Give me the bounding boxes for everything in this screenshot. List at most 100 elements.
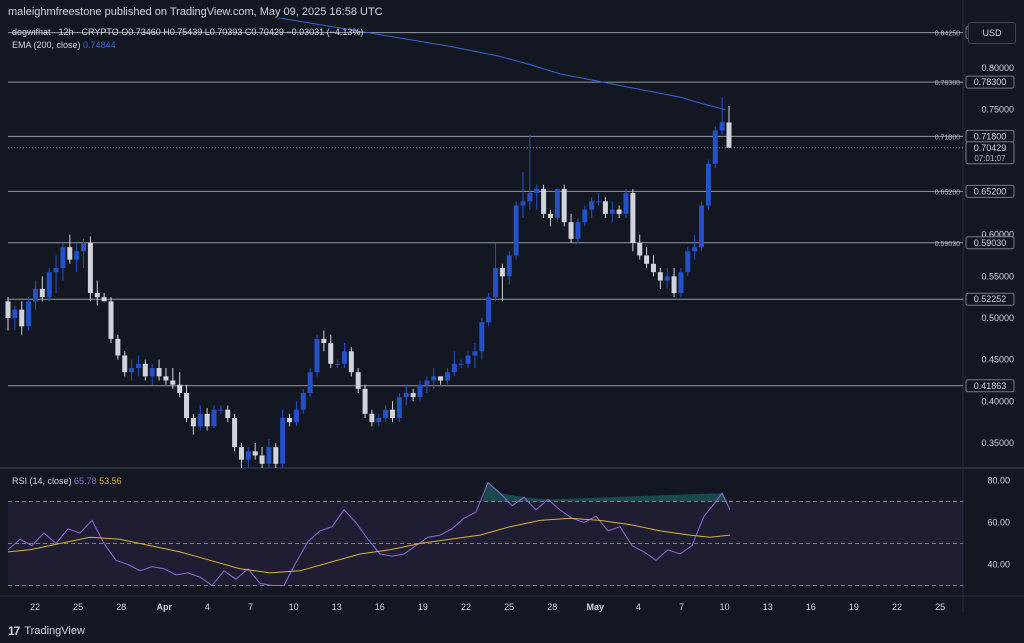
- rsi-label: RSI (14, close): [12, 476, 72, 486]
- time-tick-label: 25: [935, 602, 945, 612]
- candle-body: [129, 368, 135, 373]
- currency-button[interactable]: USD: [968, 22, 1016, 44]
- time-tick-label: 16: [375, 602, 385, 612]
- candle-body: [685, 251, 691, 273]
- chart-canvas[interactable]: 0.850000.800000.750000.700000.650000.600…: [0, 0, 1024, 643]
- candle-body: [726, 122, 732, 148]
- candle-body: [328, 343, 334, 364]
- candle-body: [623, 193, 629, 214]
- candle-body: [712, 130, 718, 164]
- symbol-legend: dogwifhat · 12h · CRYPTO O0.73460 H0.754…: [12, 26, 363, 52]
- candle-body: [60, 247, 66, 268]
- candle-body: [197, 413, 203, 427]
- candle-body: [12, 309, 18, 318]
- candle-body: [671, 276, 677, 293]
- price-tick-label: 0.80000: [981, 63, 1014, 73]
- candle-body: [547, 213, 553, 218]
- candle-body: [225, 409, 231, 418]
- rsi-ma-value: 53.56: [99, 476, 122, 486]
- rsi-value: 65.78: [74, 476, 97, 486]
- candle-body: [245, 451, 251, 460]
- candle-body: [5, 301, 11, 318]
- rsi-legend: RSI (14, close) 65.78 53.56: [12, 476, 122, 486]
- price-tick-label: 0.40000: [981, 396, 1014, 406]
- level-axis-label: 0.59030: [974, 238, 1007, 248]
- time-tick-label: 25: [73, 602, 83, 612]
- candle-body: [417, 384, 423, 398]
- candle-body: [438, 376, 444, 381]
- candle-body: [410, 393, 416, 398]
- candle-body: [534, 188, 540, 193]
- candle-body: [218, 409, 224, 411]
- time-tick-label: 19: [418, 602, 428, 612]
- candle-body: [431, 376, 437, 381]
- candle-body: [630, 193, 636, 243]
- level-line-label: 0.84250: [935, 31, 960, 38]
- candle-body: [321, 338, 327, 343]
- level-line-label: 0.78300: [935, 80, 960, 87]
- candle-body: [506, 255, 512, 277]
- ema-label: EMA (200, close): [12, 40, 81, 50]
- candle-body: [266, 447, 272, 464]
- candle-body: [479, 322, 485, 352]
- candle-body: [493, 268, 499, 298]
- candle-body: [355, 372, 361, 389]
- candle-body: [287, 418, 293, 423]
- candle-body: [300, 393, 306, 410]
- candle-body: [273, 447, 279, 464]
- price-tick-label: 0.50000: [981, 313, 1014, 323]
- time-tick-label: May: [587, 602, 605, 612]
- candle-body: [403, 393, 409, 398]
- footer-brand[interactable]: 17 TradingView: [8, 624, 85, 638]
- candle-body: [252, 451, 258, 456]
- level-line-label: 0.65200: [935, 189, 960, 196]
- candle-body: [637, 243, 643, 256]
- candle-body: [232, 418, 238, 448]
- candle-body: [650, 263, 656, 273]
- candle-body: [644, 255, 650, 264]
- price-tick-label: 0.45000: [981, 355, 1014, 365]
- candle-body: [692, 247, 698, 252]
- candle-body: [362, 388, 368, 414]
- brand-name: TradingView: [24, 625, 85, 637]
- candle-body: [32, 288, 38, 302]
- candle-body: [424, 380, 430, 385]
- bar-countdown-label: 07:01:07: [974, 154, 1006, 163]
- time-tick-label: 28: [116, 602, 126, 612]
- rsi-overbought-fill: [482, 482, 728, 502]
- candle-body: [204, 413, 210, 427]
- candle-body: [135, 363, 141, 368]
- candle-body: [94, 293, 100, 298]
- time-tick-label: 25: [504, 602, 514, 612]
- candle-body: [699, 205, 705, 248]
- time-tick-label: 28: [547, 602, 557, 612]
- tradingview-logo-icon: 17: [8, 624, 20, 638]
- candle-body: [314, 338, 320, 373]
- candle-body: [657, 272, 663, 281]
- candle-body: [376, 418, 382, 423]
- level-axis-label: 0.65200: [974, 186, 1007, 196]
- candle-body: [156, 368, 162, 377]
- candle-body: [53, 268, 59, 273]
- candle-body: [142, 363, 148, 377]
- candle-body: [170, 380, 176, 385]
- price-tick-label: 0.35000: [981, 438, 1014, 448]
- candle-body: [39, 288, 45, 298]
- last-price-label: 0.70429: [974, 143, 1007, 153]
- candle-body: [589, 201, 595, 210]
- candle-body: [101, 297, 107, 302]
- level-axis-label: 0.41863: [974, 381, 1007, 391]
- candle-body: [390, 409, 396, 418]
- candle-body: [190, 418, 196, 427]
- rsi-tick-label: 80.00: [987, 476, 1010, 486]
- candle-body: [664, 276, 670, 281]
- candle-body: [238, 447, 244, 460]
- level-axis-label: 0.78300: [974, 77, 1007, 87]
- candle-body: [307, 372, 313, 393]
- candle-body: [602, 201, 608, 214]
- candle-body: [575, 222, 581, 239]
- level-axis-label: 0.71800: [974, 131, 1007, 141]
- candle-body: [67, 247, 73, 260]
- candle-body: [348, 351, 354, 373]
- ema-legend: EMA (200, close) 0.74844: [12, 39, 363, 52]
